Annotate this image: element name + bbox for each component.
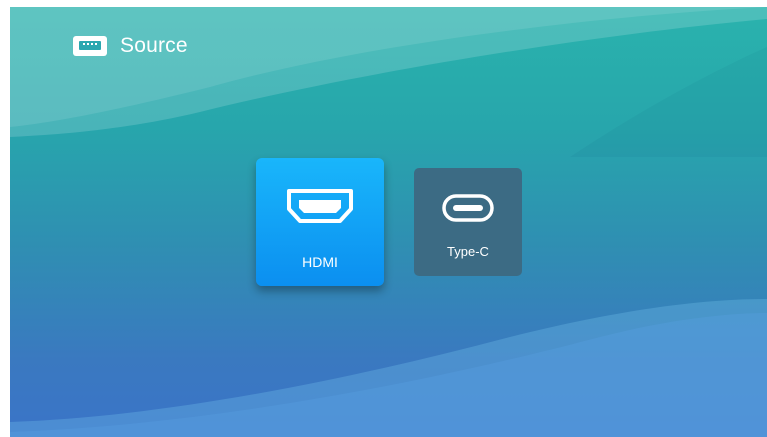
hdmi-port-icon [73,36,107,56]
source-label-hdmi: HDMI [302,254,338,270]
page-title: Source [120,34,188,57]
source-screen: Source HDMI Type-C [10,7,767,437]
background-waves [10,7,767,437]
source-tile-type-c[interactable]: Type-C [414,168,522,276]
hdmi-connector-icon [287,189,353,223]
source-header: Source [72,34,188,58]
right-wave-shade [570,47,767,157]
source-label-type-c: Type-C [447,244,489,259]
usb-c-connector-icon [442,194,494,222]
source-tile-hdmi[interactable]: HDMI [256,158,384,286]
